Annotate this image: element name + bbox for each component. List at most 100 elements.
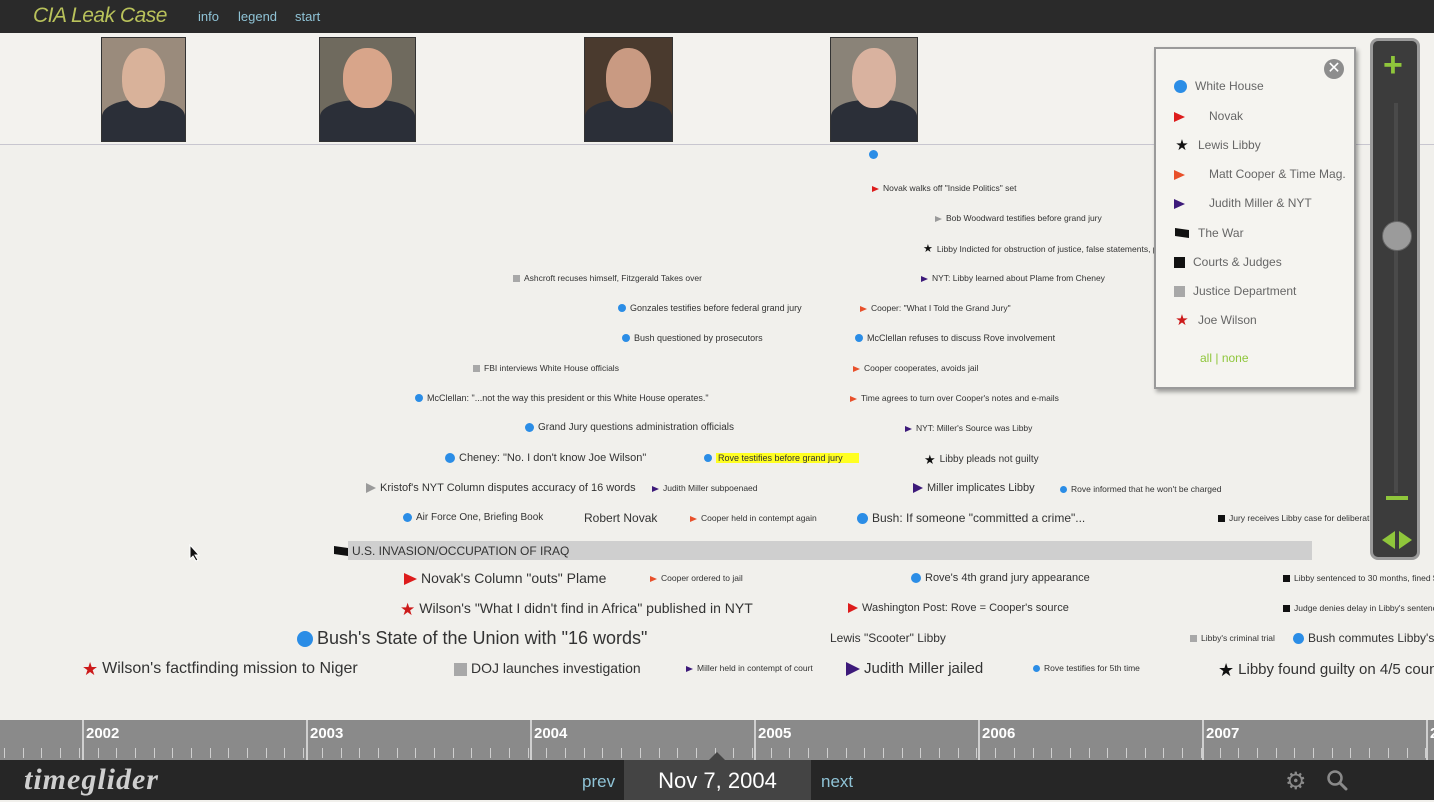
legend-item-novak[interactable]: Novak (1174, 109, 1243, 123)
portrait-george-bush[interactable] (319, 37, 416, 142)
iraq-war-span-label[interactable]: U.S. INVASION/OCCUPATION OF IRAQ (334, 544, 569, 559)
timeline-event[interactable]: Bush: If someone "committed a crime"... (857, 511, 1086, 525)
nav-start-link[interactable]: start (295, 9, 320, 24)
timeline-event[interactable]: NYT: Miller's Source was Libby (905, 424, 1032, 433)
zoom-out-icon[interactable] (1386, 496, 1408, 500)
ruler-tick (752, 748, 753, 758)
timeline-event[interactable]: Libby's criminal trial (1190, 634, 1275, 643)
timeline-event[interactable]: Miller implicates Libby (913, 482, 1035, 494)
timeline-event[interactable]: ★ Libby Indicted for obstruction of justi… (923, 244, 1158, 255)
timeline-event[interactable]: Novak walks off "Inside Politics" set (872, 184, 1016, 193)
zoom-slider-track[interactable] (1394, 103, 1398, 493)
timeline-event[interactable]: Grand Jury questions administration offi… (525, 423, 734, 433)
timeline-event[interactable]: Rove testifies for 5th time (1033, 664, 1140, 673)
timeline-event[interactable]: ★ Wilson's "What I didn't find in Africa"… (400, 601, 753, 618)
legend-item-white-house[interactable]: White House (1174, 79, 1264, 94)
event-label: Bush: If someone "committed a crime"... (872, 511, 1086, 525)
timeline-event[interactable]: McClellan: "...not the way this presiden… (415, 393, 709, 403)
event-label: McClellan refuses to discuss Rove involv… (867, 332, 1056, 343)
next-button[interactable]: next (821, 772, 853, 792)
timeline-event[interactable]: NYT: Libby learned about Plame from Chen… (921, 274, 1105, 283)
search-icon[interactable] (1326, 769, 1348, 791)
ruler-tick (939, 748, 940, 758)
portrait-robert-novak[interactable] (584, 37, 673, 142)
justice-department-icon (1190, 635, 1197, 643)
timeline-event[interactable]: Libby sentenced to 30 months, fined $ (1283, 574, 1434, 583)
gear-icon[interactable]: ⚙ (1285, 767, 1307, 796)
legend-item-matt-cooper-time-mag-[interactable]: Matt Cooper & Time Mag. (1174, 167, 1346, 181)
timeline-event[interactable]: Cooper: "What I Told the Grand Jury" (860, 304, 1011, 313)
event-label: Cooper cooperates, avoids jail (864, 363, 979, 373)
timeline-event[interactable]: Kristof's NYT Column disputes accuracy o… (366, 482, 636, 494)
timeline-event[interactable]: Gonzales testifies before federal grand … (618, 302, 802, 313)
timeline-event[interactable]: Judith Miller jailed (846, 661, 983, 676)
timeline-event[interactable]: ★ Libby pleads not guilty (924, 453, 1039, 466)
ruler-tick (846, 748, 847, 758)
timeline-event[interactable]: Cheney: "No. I don't know Joe Wilson" (445, 452, 646, 464)
prev-button[interactable]: prev (582, 772, 615, 792)
legend-none-link[interactable]: none (1222, 351, 1249, 365)
timeline-event[interactable]: Bush's State of the Union with "16 words… (297, 629, 647, 648)
timeline-event[interactable]: Rove's 4th grand jury appearance (911, 571, 1090, 584)
ruler-tick (434, 748, 435, 758)
timeline-event[interactable]: Bush commutes Libby's (1293, 632, 1434, 645)
zoom-in-icon[interactable]: + (1383, 48, 1403, 82)
event-label: Rove's 4th grand jury appearance (925, 571, 1090, 584)
legend-item-joe-wilson[interactable]: ★ Joe Wilson (1174, 313, 1256, 328)
ruler-tick (210, 748, 211, 758)
timeline-event[interactable]: Cooper ordered to jail (650, 574, 743, 583)
timeline-event[interactable]: McClellan refuses to discuss Rove involv… (855, 332, 1056, 343)
ruler-tick (733, 748, 734, 758)
timeline-event[interactable] (869, 150, 882, 160)
legend-item-justice-department[interactable]: Justice Department (1174, 284, 1296, 298)
cooper-icon (650, 575, 657, 582)
timeline-event[interactable]: Cooper cooperates, avoids jail (853, 364, 978, 373)
justice-department-icon (513, 275, 520, 283)
justice-department-icon (1174, 286, 1185, 298)
legend-item-judith-miller-nyt[interactable]: Judith Miller & NYT (1174, 196, 1312, 210)
timeline-event[interactable]: Bush questioned by prosecutors (622, 333, 763, 343)
legend-item-courts-judges[interactable]: Courts & Judges (1174, 255, 1282, 269)
timeline-event[interactable]: DOJ launches investigation (454, 661, 641, 676)
timeline-event[interactable]: ★ Libby found guilty on 4/5 counts (1218, 661, 1434, 679)
white-house-icon (857, 513, 868, 525)
ruler-tick (1107, 748, 1108, 758)
event-label: Wilson's "What I didn't find in Africa" … (419, 600, 753, 617)
timeline-event[interactable]: Rove testifies before grand jury (704, 452, 859, 463)
timeline-event[interactable]: Lewis "Scooter" Libby (830, 632, 946, 644)
nav-info-link[interactable]: info (198, 9, 219, 24)
timeline-event[interactable]: Rove informed that he won't be charged (1060, 484, 1221, 494)
ruler-tick (1388, 748, 1389, 758)
timeline-event[interactable]: Cooper held in contempt again (690, 514, 817, 523)
legend-item-the-war[interactable]: The War (1174, 226, 1244, 240)
pan-arrows-icon[interactable] (1380, 529, 1414, 551)
ruler-tick (789, 748, 790, 758)
timeline-event[interactable]: Judith Miller subpoenaed (652, 484, 758, 493)
ruler-tick (1070, 748, 1071, 758)
timeline-event[interactable]: Time agrees to turn over Cooper's notes … (850, 394, 1059, 403)
timeline-event[interactable]: Miller held in contempt of court (686, 664, 813, 673)
legend-all-link[interactable]: all (1200, 351, 1212, 365)
zoom-slider-knob[interactable] (1382, 221, 1412, 251)
event-label: Grand Jury questions administration offi… (538, 422, 735, 434)
timeline-event[interactable]: Bob Woodward testifies before grand jury (935, 214, 1102, 223)
nav-legend-link[interactable]: legend (238, 9, 277, 24)
timeline-event[interactable]: Novak's Column "outs" Plame (404, 571, 606, 586)
ruler-tick (958, 748, 959, 758)
portrait-lewis-libby[interactable] (830, 37, 918, 142)
portrait-joe-wilson[interactable] (101, 37, 186, 142)
event-label: Gonzales testifies before federal grand … (630, 302, 802, 313)
legend-item-lewis-libby[interactable]: ★ Lewis Libby (1174, 138, 1260, 153)
event-label-highlighted: Rove testifies before grand jury (716, 452, 859, 463)
timeline-event[interactable]: Air Force One, Briefing Book (403, 513, 543, 523)
year-label: 2005 (758, 725, 792, 742)
timeline-event[interactable]: FBI interviews White House officials (473, 364, 619, 373)
timeline-event[interactable]: ★ Wilson's factfinding mission to Niger (82, 660, 358, 678)
timeline-event[interactable]: Ashcroft recuses himself, Fitzgerald Tak… (513, 274, 702, 283)
close-legend-icon[interactable]: ✕ (1324, 59, 1344, 79)
timeline-event[interactable]: Judge denies delay in Libby's sentenc (1283, 604, 1434, 613)
timeline-event[interactable]: Washington Post: Rove = Cooper's source (848, 602, 1069, 614)
timeline-event[interactable]: Jury receives Libby case for deliberatio (1218, 514, 1376, 523)
ruler-tick (584, 748, 585, 758)
timeline-event[interactable]: Robert Novak (584, 512, 657, 524)
